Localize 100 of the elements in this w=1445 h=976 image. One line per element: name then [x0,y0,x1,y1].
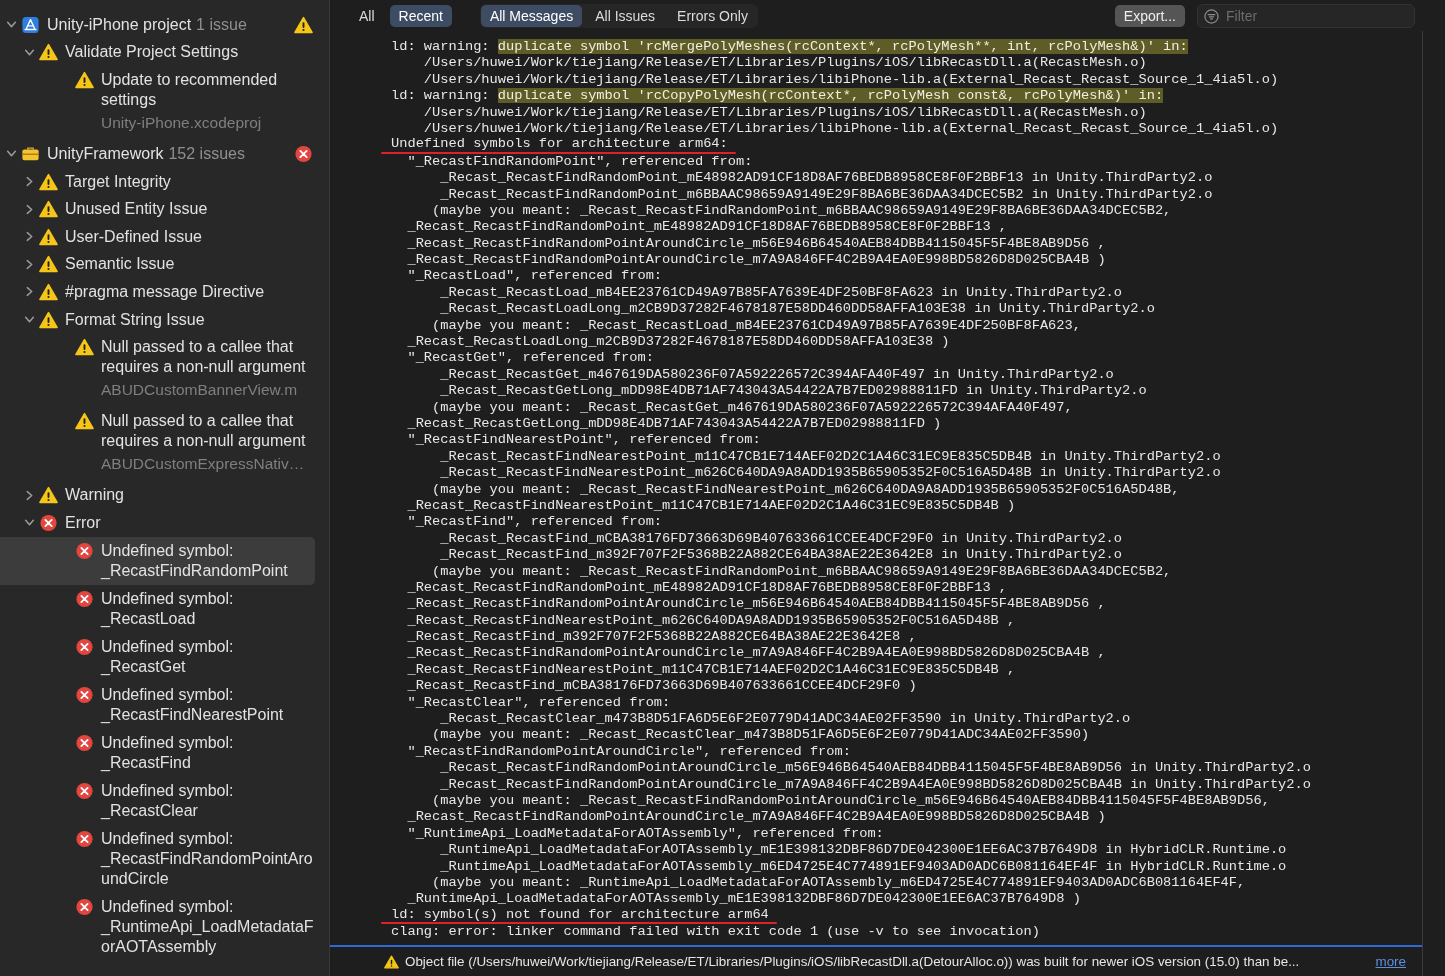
file-name: ABUDCustomBannerView.m [101,380,299,401]
sidebar-item[interactable]: Undefined symbol: _RuntimeApi_LoadMetadataForAOTAssembly [0,892,315,961]
export-button[interactable]: Export... [1114,4,1185,27]
issue-count: 152 issues [168,145,245,163]
log-line: /Users/huwei/Work/tiejiang/Release/ET/Libraries/Plugins/iOS/libRecastDll.a(RecastMesh.o) [422,55,1147,71]
chevron-icon[interactable] [6,19,17,31]
file-name: ABUDCustomExpressNativ… [101,454,306,475]
highlighted-text: duplicate symbol 'rcCopyPolyMesh(rcContext*, rcPolyMesh const&, rcPolyMesh&)' in: [497,88,1164,104]
log-line: ld: warning: [391,39,490,54]
log-line: _RuntimeApi_LoadMetadataForAOTAssembly_mE1E398132DBF86D7DE042300E1EE6AC37B7649D8 in HybridCLR.Runtime.o [439,842,1287,858]
chevron-icon[interactable] [24,258,35,270]
log-line: _Recast_RecastFind_mCBA38176FD73663D69B407633661CCEE4DCF29F0 in Unity.ThirdParty2.o [439,530,1123,546]
filter-tab[interactable]: Errors Only [668,4,757,27]
chevron-icon[interactable] [6,148,17,160]
log-line: _Recast_RecastFindRandomPoint_mE48982AD91CF18D8AF76BEDB8958CE8F0F2BBF13 , [406,219,1008,235]
chevron-icon[interactable] [24,203,35,215]
log-line: _RuntimeApi_LoadMetadataForAOTAssembly_mE1E398132DBF86D7DE042300E1EE6AC37B7649D8 ) [406,891,1081,907]
scope-tab[interactable]: Recent [389,4,452,27]
log-line: /Users/huwei/Work/tiejiang/Release/ET/Libraries/libiPhone-lib.a(External_Recast_Recast_Source_1_4ia5l.o) [422,71,1279,87]
log-line: _Recast_RecastFindRandomPoint_mE48982AD91CF18D8AF76BEDB8958CE8F0F2BBF13 , [406,579,1008,595]
log-line: _RuntimeApi_LoadMetadataForAOTAssembly_m6ED4725E4C774891EF9403AD0ADC6B081164EF4F in HybridCLR.Runtime.o [439,858,1287,874]
item-label: UnityFramework [47,145,164,163]
log-line: _Recast_RecastLoadLong_m2CB9D37282F4678187E58DD460DD58AFFA103E38 ) [406,334,950,350]
sidebar-item[interactable]: Format String Issue [0,305,315,334]
log-line: (maybe you meant: _Recast_RecastGet_m467619DA580236F07A592226572C394AFA40F497, [431,399,1073,415]
issue-message: Null passed to a callee that requires a non-null argument [101,337,307,378]
toolbox-icon [21,145,40,163]
chevron-icon[interactable] [24,489,35,501]
sidebar-item[interactable]: Undefined symbol: _RecastClear [0,776,315,825]
log-line: "_RuntimeApi_LoadMetadataForAOTAssembly", referenced from: [406,825,884,841]
sidebar-item[interactable]: Update to recommended settings Unity-iPhone.xcodeproj [0,66,315,141]
log-line: _Recast_RecastFindRandomPoint_m6BBAAC98659A9149E29F8BA6BE36DAA34DCEC5B2 in Unity.ThirdParty2.o [439,186,1213,202]
log-line: "_RecastLoad", referenced from: [406,268,663,284]
sidebar-item[interactable]: Undefined symbol: _RecastLoad [0,584,315,633]
item-label: Unused Entity Issue [65,200,208,219]
chevron-icon[interactable] [24,286,35,298]
log-line: Undefined symbols for architecture arm64: [391,137,728,152]
log-line: ld: warning: [391,88,490,104]
log-line: "_RecastFindRandomPoint", referenced from: [406,153,753,169]
sidebar-item[interactable]: Semantic Issue [0,250,315,279]
sidebar-item[interactable]: #pragma message Directive [0,278,315,306]
sidebar-item[interactable]: Undefined symbol: _RecastFindRandomPointAroundCircle [0,824,315,893]
issue-message: Undefined symbol: _RecastFindNearestPoint [101,684,285,725]
chevron-icon[interactable] [24,314,35,326]
issue-message: Undefined symbol: _RecastFindRandomPointAroundCircle [101,828,314,889]
filter-tab[interactable]: All Messages [480,4,583,27]
more-link[interactable]: more [1375,954,1406,969]
log-line: (maybe you meant: _RuntimeApi_LoadMetadataForAOTAssembly_m6ED4725E4C774891EF9403AD0ADC6B081164EF4F, [431,874,1246,890]
log-line: _Recast_RecastFindRandomPointAroundCircle_m7A9A846FF4C2B9A4EA0E998BD5826D8D025CBA4B , [406,645,1106,661]
log-line: _Recast_RecastLoadLong_m2CB9D37282F4678187E58DD460DD58AFFA103E38 in Unity.ThirdParty2.o [439,301,1155,317]
issue-message: Undefined symbol: _RecastClear [101,780,235,821]
highlighted-text: duplicate symbol 'rcMergePolyMeshes(rcContext*, rcPolyMesh**, int, rcPolyMesh&)' in: [497,39,1188,54]
issue-message: Undefined symbol: _RecastFindRandomPoint [101,540,289,581]
log-line: (maybe you meant: _Recast_RecastLoad_mB4EE23761CD49A97B85FA7639E4DF250BF8FA623, [431,317,1081,333]
issue-message: Undefined symbol: _RecastFind [101,732,235,773]
chevron-icon[interactable] [24,517,35,529]
filter-field[interactable]: Filter [1197,3,1415,28]
sidebar-item[interactable]: Null passed to a callee that requires a non-null argument ABUDCustomBannerView.m [0,333,315,408]
log-line: _Recast_RecastFindRandomPoint_mE48982AD91CF18D8AF76BEDB8958CE8F0F2BBF13 in Unity.ThirdParty2.o [439,170,1213,186]
file-name: Unity-iPhone.xcodeproj [101,113,263,134]
log-line: /Users/huwei/Work/tiejiang/Release/ET/Libraries/libiPhone-lib.a(External_Recast_Recast_Source_1_4ia5l.o) [422,120,1279,136]
scope-tab[interactable]: All [350,4,384,27]
item-label: Error [65,513,101,532]
sidebar-item[interactable]: Undefined symbol: _RecastFindNearestPoint [0,680,315,729]
item-label: User-Defined Issue [65,227,202,246]
sidebar-item[interactable]: Target Integrity [0,167,315,196]
log-line: ld: symbol(s) not found for architecture arm64 [391,907,769,922]
log-line: (maybe you meant: _Recast_RecastFindRandomPoint_m6BBAAC98659A9149E29F8BA6BE36DAA34DCEC5B2, [431,202,1172,218]
item-label: Target Integrity [65,172,171,191]
sidebar-item[interactable]: Undefined symbol: _RecastFind [0,728,315,777]
log-line: _Recast_RecastFind_m392F707F2F5368B22A882CE64BA38AE22E3642E8 , [406,629,917,645]
sidebar-item[interactable]: Undefined symbol: _RecastGet [0,632,315,681]
item-label: Unity-iPhone project [47,15,192,34]
sidebar-item[interactable]: Unity-iPhone project 1 issue [0,11,315,39]
chevron-icon[interactable] [24,231,35,243]
sidebar-item[interactable]: Error [0,508,315,537]
log-line: clang: error: linker command failed with exit code 1 (use -v to see invocation) [391,924,1040,940]
filter-tab[interactable]: All Issues [586,4,665,27]
log-line: (maybe you meant: _Recast_RecastClear_m473B8D51FA6D5E6F2E0779D41ADC34AE02FF3590) [431,727,1090,743]
issue-message: Undefined symbol: _RecastLoad [101,588,235,629]
sidebar-item[interactable]: User-Defined Issue [0,222,315,251]
app-icon [21,15,40,34]
issue-count: 1 issue [196,15,247,34]
sidebar-item[interactable]: Unused Entity Issue [0,195,315,223]
sidebar-item[interactable]: UnityFramework 152 issues [0,140,315,168]
log-line: "_RecastClear", referenced from: [406,694,671,710]
chevron-icon[interactable] [24,176,35,188]
log-line: _Recast_RecastGet_m467619DA580236F07A592226572C394AFA40F497 in Unity.ThirdParty2.o [439,366,1114,382]
log-line: "_RecastFind", referenced from: [406,514,663,530]
sidebar-item[interactable]: Warning [0,481,315,509]
sidebar-item[interactable]: Validate Project Settings [0,38,315,67]
log-line: _Recast_RecastGetLong_mDD98E4DB71AF743043A54422A7B7ED02988811FD ) [406,416,942,431]
sidebar-item[interactable]: Null passed to a callee that requires a non-null argument ABUDCustomExpressNativ… [0,407,315,482]
log-line: (maybe you meant: _Recast_RecastFindNearestPoint_m626C640DA9A8ADD1935B65905352F0C516A5D48B, [431,481,1180,497]
item-label: Semantic Issue [65,255,175,274]
sidebar-item[interactable]: Undefined symbol: _RecastFindRandomPoint [0,536,315,585]
log-line: "_RecastGet", referenced from: [406,350,654,366]
log-line: "_RecastFindRandomPointAroundCircle", referenced from: [406,743,851,759]
log-line: (maybe you meant: _Recast_RecastFindRandomPoint_m6BBAAC98659A9149E29F8BA6BE36DAA34DCEC5B2, [431,563,1172,579]
log-line: "_RecastFindNearestPoint", referenced from: [406,432,761,448]
